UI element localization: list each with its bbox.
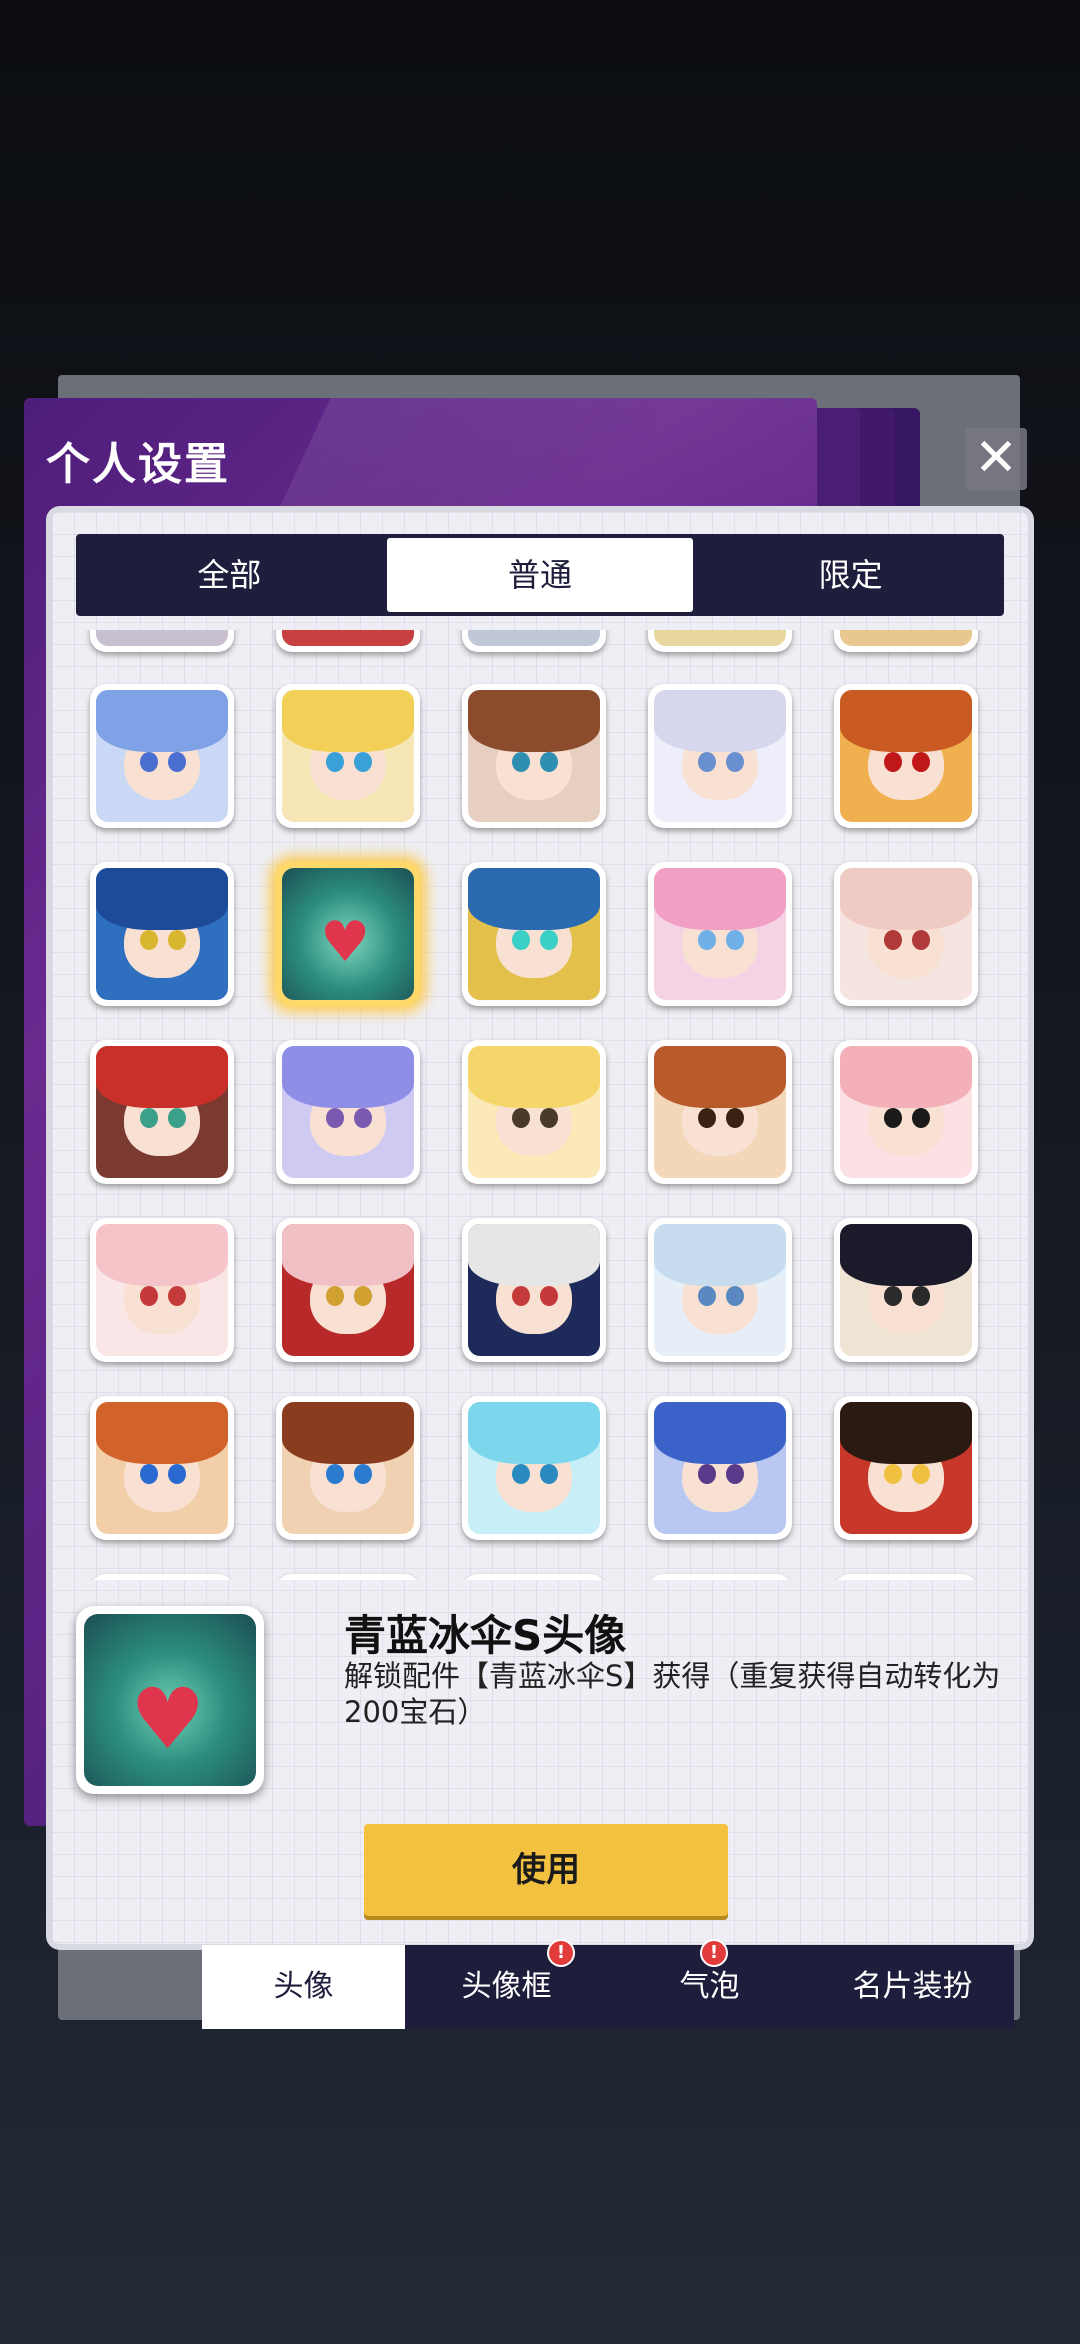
avatar-pale-hair-girl-icon bbox=[840, 868, 972, 1000]
avatar-cell[interactable] bbox=[834, 684, 978, 828]
avatar-cell[interactable] bbox=[834, 1396, 978, 1540]
tab-card-decoration-label: 名片装扮 bbox=[852, 1969, 973, 2004]
avatar-cell[interactable] bbox=[648, 1396, 792, 1540]
avatar-cell[interactable] bbox=[276, 630, 420, 652]
tab-bubble[interactable]: 气泡 ! bbox=[608, 1939, 811, 2029]
tab-bubble-label: 气泡 bbox=[679, 1969, 740, 2004]
avatar-brown-hair-boy-icon bbox=[282, 1402, 414, 1534]
avatar-blue-hair-girl-icon bbox=[96, 690, 228, 822]
avatar-cell[interactable] bbox=[276, 1574, 420, 1580]
avatar-cell[interactable] bbox=[648, 1040, 792, 1184]
avatar-cell[interactable] bbox=[648, 862, 792, 1006]
avatar-lavender-hair-girl-icon bbox=[282, 1046, 414, 1178]
avatar-glasses-man-icon bbox=[840, 1224, 972, 1356]
avatar-cell[interactable] bbox=[90, 1574, 234, 1580]
bottom-tab-bar: 头像 头像框 ! 气泡 ! 名片装扮 bbox=[202, 1939, 1014, 2029]
item-description: 解锁配件【青蓝冰伞S】获得（重复获得自动转化为200宝石） bbox=[344, 1659, 1001, 1729]
item-name: 青蓝冰伞S头像 bbox=[344, 1611, 627, 1660]
avatar-gold-armor-knight-icon bbox=[468, 868, 600, 1000]
avatar-cell[interactable] bbox=[834, 1218, 978, 1362]
tab-limited[interactable]: 限定 bbox=[697, 534, 1004, 616]
heart-emblem-icon: ♥ bbox=[130, 1670, 206, 1768]
avatar-cell[interactable] bbox=[90, 1396, 234, 1540]
avatar-cell[interactable] bbox=[834, 1574, 978, 1580]
page-title: 个人设置 bbox=[46, 439, 230, 490]
tab-avatar-label: 头像 bbox=[273, 1969, 334, 2004]
avatar-icon bbox=[96, 630, 228, 646]
avatar-cell[interactable] bbox=[462, 684, 606, 828]
avatar-white-hair-shocked-icon bbox=[468, 1224, 600, 1356]
avatar-pink-hair-eating-icon bbox=[96, 1224, 228, 1356]
avatar-cell[interactable] bbox=[648, 630, 792, 652]
avatar-cell[interactable] bbox=[834, 1040, 978, 1184]
avatar-icon bbox=[654, 630, 786, 646]
tab-all[interactable]: 全部 bbox=[76, 534, 383, 616]
avatar-silver-hair-girl-icon bbox=[654, 690, 786, 822]
avatar-cell[interactable] bbox=[90, 684, 234, 828]
avatar-pink-chibi-girl-icon bbox=[840, 1046, 972, 1178]
category-tab-bar: 全部 普通 限定 bbox=[76, 534, 1004, 616]
tab-card-decoration[interactable]: 名片装扮 bbox=[811, 1945, 1014, 2029]
avatar-monkey-king-icon bbox=[840, 690, 972, 822]
avatar-cell[interactable] bbox=[462, 630, 606, 652]
avatar-cell[interactable] bbox=[462, 1040, 606, 1184]
tab-avatar-frame-label: 头像框 bbox=[461, 1969, 552, 2004]
avatar-maid-girl-icon bbox=[282, 1224, 414, 1356]
avatar-heart-emblem-icon: ♥ bbox=[282, 868, 414, 1000]
avatar-cell[interactable] bbox=[462, 1218, 606, 1362]
notification-badge-icon: ! bbox=[547, 1939, 575, 1967]
avatar-pink-hair-girl-icon bbox=[654, 868, 786, 1000]
avatar-cell[interactable] bbox=[90, 862, 234, 1006]
avatar-blue-hair-woman-icon bbox=[654, 1402, 786, 1534]
avatar-egyptian-icon bbox=[840, 1402, 972, 1534]
avatar-cell[interactable]: ♥ bbox=[276, 862, 420, 1006]
notification-badge-icon: ! bbox=[700, 1939, 728, 1967]
avatar-cell[interactable] bbox=[276, 1218, 420, 1362]
avatar-grid[interactable]: ♥ bbox=[76, 630, 1004, 1580]
avatar-cell[interactable] bbox=[90, 1218, 234, 1362]
avatar-icon bbox=[468, 630, 600, 646]
tab-normal[interactable]: 普通 bbox=[386, 538, 694, 612]
avatar-orange-hair-boy-icon bbox=[96, 1402, 228, 1534]
avatar-cell[interactable] bbox=[276, 1396, 420, 1540]
avatar-red-hair-woman-icon bbox=[96, 1046, 228, 1178]
avatar-cell[interactable] bbox=[834, 862, 978, 1006]
avatar-cell[interactable] bbox=[648, 1574, 792, 1580]
tab-avatar-frame[interactable]: 头像框 ! bbox=[405, 1939, 608, 2029]
tab-avatar[interactable]: 头像 bbox=[202, 1945, 405, 2029]
avatar-cell[interactable] bbox=[834, 630, 978, 652]
avatar-cell[interactable] bbox=[462, 1396, 606, 1540]
avatar-cell[interactable] bbox=[90, 1040, 234, 1184]
close-button[interactable]: ✕ bbox=[965, 428, 1027, 490]
avatar-cell[interactable] bbox=[462, 862, 606, 1006]
use-button[interactable]: 使用 bbox=[364, 1824, 728, 1916]
avatar-icon bbox=[282, 630, 414, 646]
selected-avatar-preview: ♥ bbox=[76, 1606, 264, 1794]
avatar-cell[interactable] bbox=[648, 1218, 792, 1362]
avatar-cell[interactable] bbox=[90, 630, 234, 652]
avatar-blue-armor-knight-icon bbox=[96, 868, 228, 1000]
avatar-icon bbox=[840, 630, 972, 646]
avatar-blonde-chibi-icon bbox=[468, 1046, 600, 1178]
avatar-cell[interactable] bbox=[462, 1574, 606, 1580]
avatar-brown-hair-chibi-icon bbox=[654, 1046, 786, 1178]
avatar-cyan-hair-girl-icon bbox=[468, 1402, 600, 1534]
avatar-silver-blue-hair-icon bbox=[654, 1224, 786, 1356]
avatar-cell[interactable] bbox=[276, 1040, 420, 1184]
avatar-brown-hair-girl-icon bbox=[468, 690, 600, 822]
avatar-blonde-girl-icon bbox=[282, 690, 414, 822]
avatar-cell[interactable] bbox=[648, 684, 792, 828]
close-icon: ✕ bbox=[974, 428, 1018, 488]
avatar-cell[interactable] bbox=[276, 684, 420, 828]
